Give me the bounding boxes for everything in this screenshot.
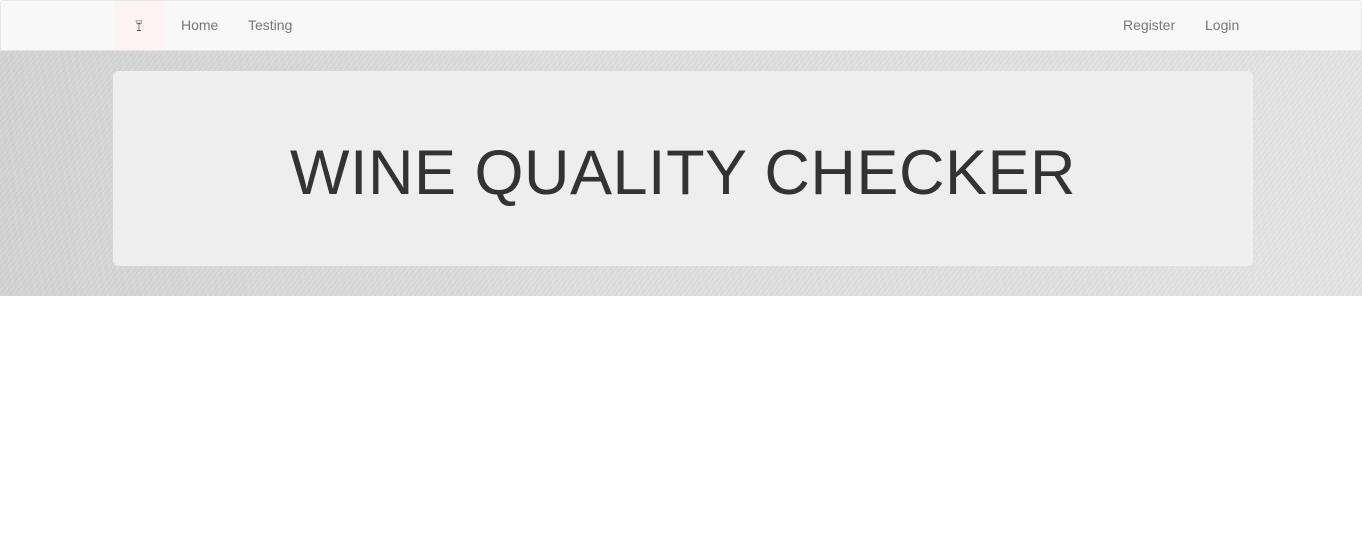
nav-link-login[interactable]: Login	[1205, 1, 1239, 50]
nav-link-register[interactable]: Register	[1123, 1, 1175, 50]
navbar: Home Testing Register Login	[0, 0, 1362, 51]
nav-link-home[interactable]: Home	[181, 1, 218, 50]
wine-glass-icon	[135, 19, 143, 31]
page-title: WINE QUALITY CHECKER	[290, 137, 1076, 208]
hero-background: WINE QUALITY CHECKER	[0, 51, 1362, 296]
nav-link-testing[interactable]: Testing	[248, 1, 292, 50]
jumbotron: WINE QUALITY CHECKER	[113, 71, 1253, 266]
brand-logo-link[interactable]	[114, 1, 164, 50]
